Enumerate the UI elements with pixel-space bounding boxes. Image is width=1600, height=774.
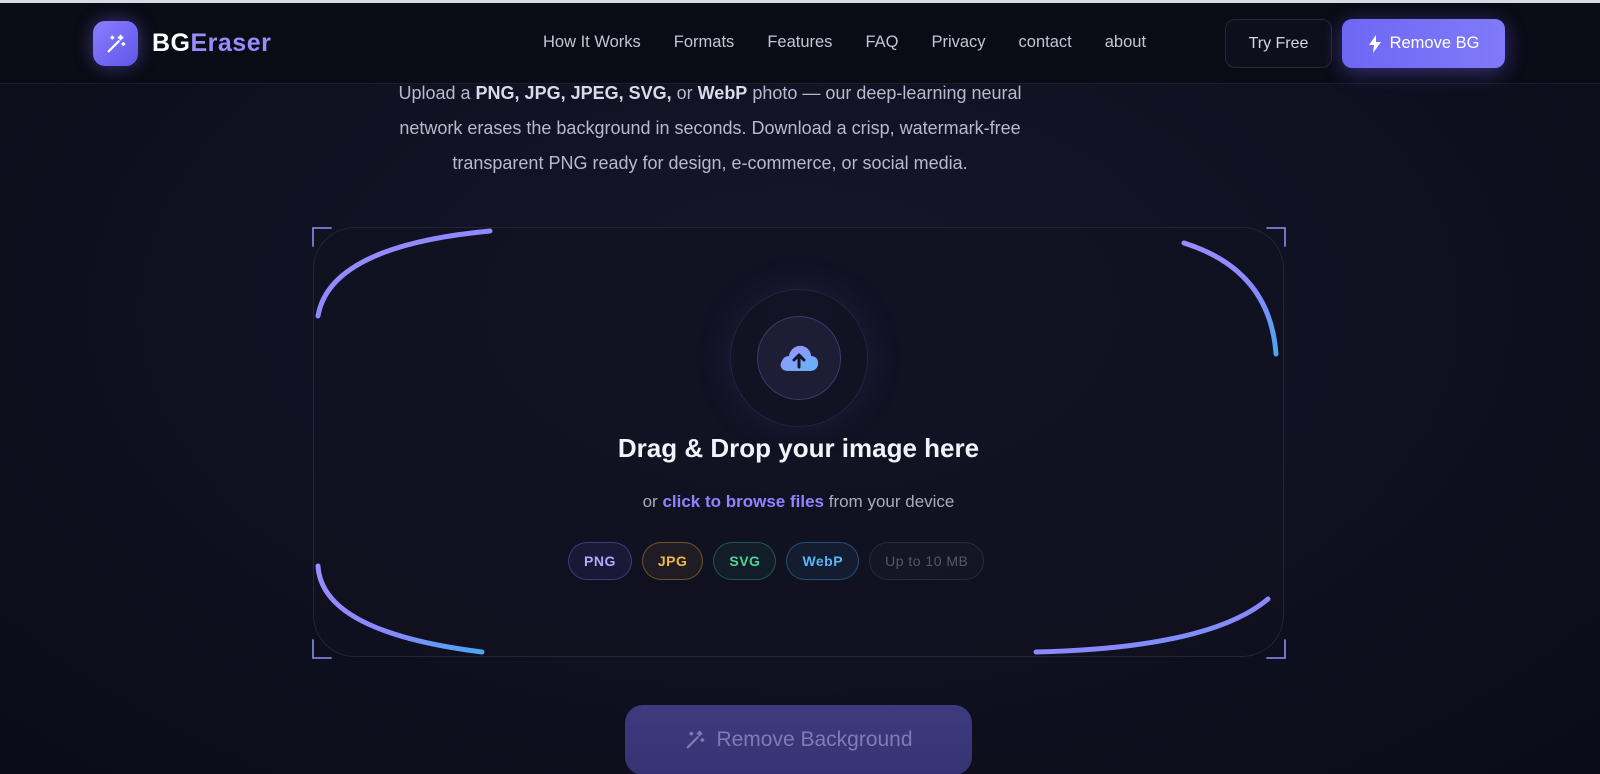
drop-sub-before: or: [642, 492, 663, 511]
magic-wand-icon: [687, 730, 705, 749]
chip-size-limit: Up to 10 MB: [869, 542, 985, 580]
cloud-upload-icon[interactable]: [757, 316, 841, 400]
drop-zone-subtitle: or click to browse files from your devic…: [313, 492, 1284, 512]
chip-jpg: JPG: [641, 542, 704, 580]
drop-zone-title: Drag & Drop your image here: [617, 433, 980, 463]
remove-background-label: Remove Background: [716, 728, 913, 751]
drop-sub-after: from your device: [824, 492, 955, 511]
browse-files-link[interactable]: click to browse files: [662, 492, 824, 511]
chip-svg: SVG: [713, 542, 777, 580]
chip-png: PNG: [568, 542, 632, 580]
format-chips: PNG JPG SVG WebP Up to 10 MB: [568, 542, 994, 580]
remove-background-button[interactable]: Remove Background: [625, 705, 972, 774]
chip-webp: WebP: [786, 542, 860, 580]
